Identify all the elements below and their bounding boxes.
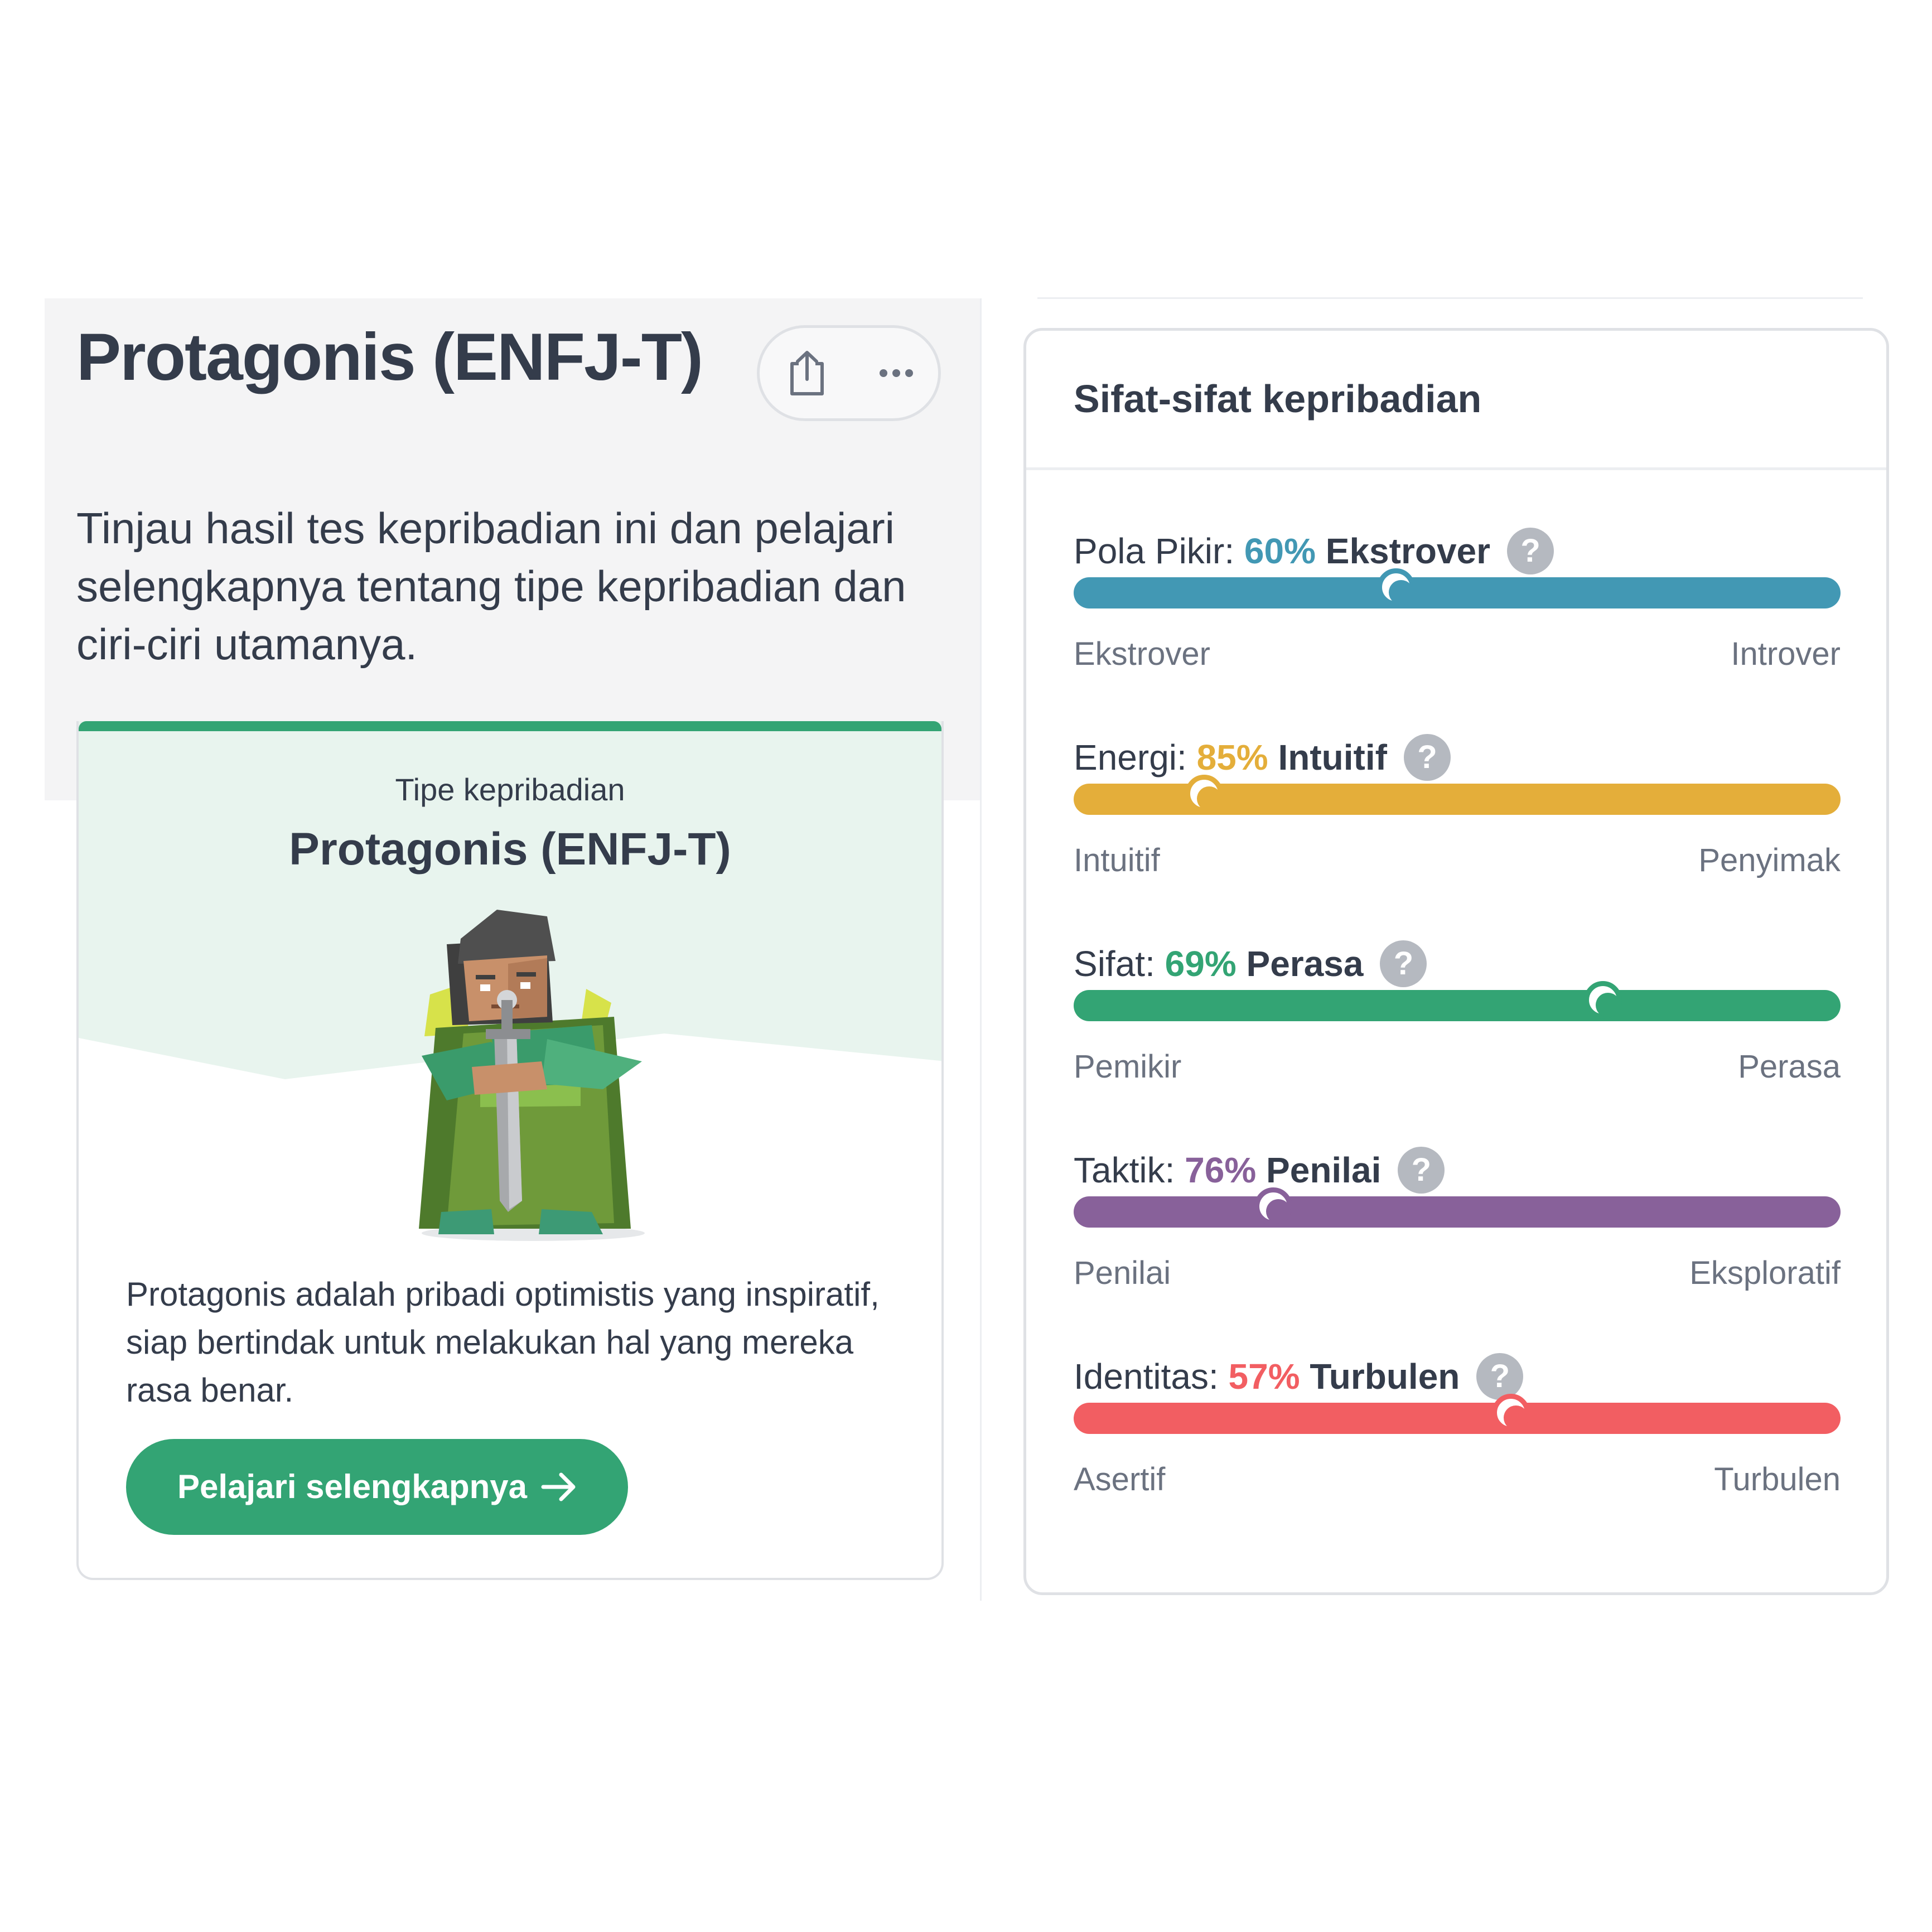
trait-slider-thumb-dot — [1595, 993, 1620, 1017]
trait-label: Identitas: 57% Turbulen? — [1074, 1349, 1524, 1404]
top-rule — [1037, 297, 1863, 299]
trait-dominant: Turbulen — [1310, 1356, 1460, 1397]
trait-dominant: Perasa — [1246, 944, 1364, 984]
trait-slider-thumb[interactable] — [1491, 1394, 1530, 1432]
trait-identity: Identitas: 57% Turbulen? Asertif Turbule… — [1074, 1349, 1841, 1505]
traits-card: Sifat-sifat kepribadian Pola Pikir: 60% … — [1023, 328, 1889, 1595]
trait-dominant: Penilai — [1266, 1150, 1382, 1190]
trait-slider-thumb[interactable] — [1185, 775, 1223, 813]
trait-name: Identitas: — [1074, 1356, 1219, 1397]
trait-slider-thumb-dot — [1503, 1405, 1528, 1430]
share-icon — [790, 351, 824, 395]
trait-name: Sifat: — [1074, 944, 1155, 984]
trait-percentage: 60% — [1244, 531, 1316, 571]
trait-slider-track — [1074, 775, 1841, 815]
card-label: Tipe kepribadian — [395, 772, 625, 807]
trait-percentage: 76% — [1185, 1150, 1257, 1190]
trait-right-pole: Introver — [1731, 636, 1841, 672]
trait-right-pole: Penyimak — [1698, 842, 1841, 878]
help-icon[interactable]: ? — [1507, 528, 1554, 575]
trait-dominant: Ekstrover — [1325, 531, 1491, 571]
help-icon[interactable]: ? — [1380, 940, 1427, 988]
traits-title: Sifat-sifat kepribadian — [1074, 377, 1482, 421]
trait-slider-thumb-dot — [1266, 1199, 1291, 1224]
trait-slider-thumb[interactable] — [1376, 568, 1415, 606]
trait-name: Energi: — [1074, 737, 1187, 777]
trait-label: Taktik: 76% Penilai? — [1074, 1142, 1445, 1198]
trait-name: Pola Pikir: — [1074, 531, 1235, 571]
help-icon[interactable]: ? — [1403, 734, 1451, 781]
trait-percentage: 69% — [1165, 944, 1237, 984]
trait-slider-thumb[interactable] — [1583, 981, 1622, 1019]
trait-slider-thumb[interactable] — [1254, 1187, 1292, 1225]
trait-mind: Pola Pikir: 60% Ekstrover? Ekstrover Int… — [1074, 523, 1841, 679]
trait-name: Taktik: — [1074, 1150, 1175, 1190]
more-options-icon — [880, 369, 913, 377]
trait-right-pole: Perasa — [1738, 1049, 1841, 1085]
trait-dominant: Intuitif — [1278, 737, 1387, 777]
trait-slider-track — [1074, 981, 1841, 1021]
trait-nature: Sifat: 69% Perasa? Pemikir Perasa — [1074, 936, 1841, 1092]
trait-percentage: 85% — [1196, 737, 1268, 777]
action-pill — [757, 325, 941, 421]
learn-more-label: Pelajari selengkapnya — [177, 1468, 528, 1505]
protagonist-avatar-icon — [419, 910, 645, 1241]
trait-left-pole: Intuitif — [1074, 842, 1160, 878]
trait-slider-thumb-dot — [1196, 786, 1221, 811]
learn-more-button[interactable]: Pelajari selengkapnya — [126, 1439, 628, 1535]
trait-left-pole: Pemikir — [1074, 1049, 1182, 1085]
trait-left-pole: Penilai — [1074, 1255, 1171, 1291]
trait-slider-track — [1074, 1394, 1841, 1434]
card-accent-bar — [79, 721, 941, 731]
more-options-button[interactable] — [871, 348, 921, 398]
trait-tactics: Taktik: 76% Penilai? Penilai Eksploratif — [1074, 1142, 1841, 1298]
trait-percentage: 57% — [1228, 1356, 1300, 1397]
trait-energy: Energi: 85% Intuitif? Intuitif Penyimak — [1074, 730, 1841, 886]
trait-label: Energi: 85% Intuitif? — [1074, 730, 1451, 785]
traits-header: Sifat-sifat kepribadian — [1026, 331, 1886, 470]
trait-slider-thumb-dot — [1388, 580, 1413, 605]
trait-slider-track — [1074, 568, 1841, 608]
intro-text: Tinjau hasil tes kepribadian ini dan pel… — [76, 504, 906, 669]
trait-left-pole: Asertif — [1074, 1461, 1166, 1498]
trait-right-pole: Eksploratif — [1689, 1255, 1841, 1291]
help-icon[interactable]: ? — [1398, 1147, 1445, 1194]
trait-slider-track — [1074, 1187, 1841, 1228]
column-divider — [980, 298, 982, 1601]
personality-type-card: Tipe kepribadian Protagonis (ENFJ-T) Pro… — [76, 721, 944, 1580]
trait-label: Pola Pikir: 60% Ekstrover? — [1074, 523, 1554, 579]
arrow-right-icon — [541, 1472, 576, 1501]
trait-label: Sifat: 69% Perasa? — [1074, 936, 1427, 992]
page-title: Protagonis (ENFJ-T) — [76, 320, 703, 394]
card-type-name: Protagonis (ENFJ-T) — [289, 824, 731, 875]
help-icon[interactable]: ? — [1476, 1353, 1524, 1400]
trait-right-pole: Turbulen — [1714, 1461, 1841, 1498]
card-description: Protagonis adalah pribadi optimistis yan… — [126, 1276, 880, 1409]
share-button[interactable] — [782, 348, 832, 398]
trait-left-pole: Ekstrover — [1074, 636, 1210, 672]
